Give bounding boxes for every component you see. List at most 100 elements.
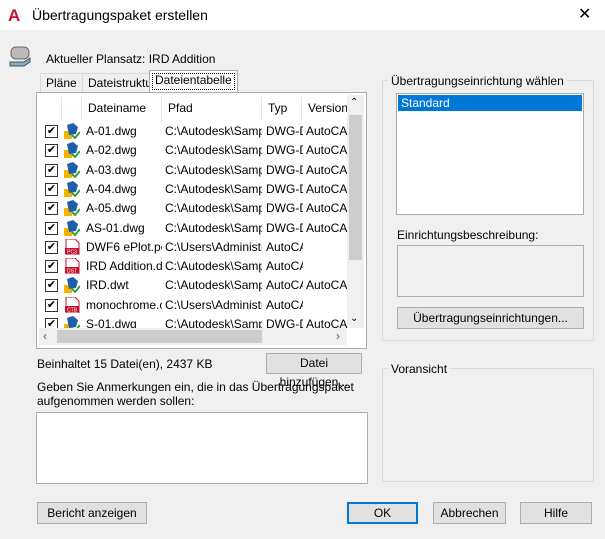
horizontal-scrollbar[interactable]: ‹ › (39, 328, 347, 345)
column-typ[interactable]: Typ (262, 97, 302, 121)
file-name: monochrome.ctb (86, 297, 162, 312)
file-name: A-03.dwg (86, 162, 137, 177)
dwg-file-icon (64, 277, 81, 294)
file-name: AS-01.dwg (86, 220, 145, 235)
scroll-up-icon[interactable]: ⌃ (350, 97, 358, 108)
hscroll-thumb[interactable] (57, 330, 262, 343)
file-type: DWG-D (266, 181, 303, 196)
description-box (397, 245, 584, 297)
include-checkbox[interactable]: ✔ (45, 144, 58, 158)
tab-dateientabelle[interactable]: Dateientabelle (149, 70, 238, 93)
close-button[interactable]: ✕ (578, 4, 591, 24)
file-path: C:\Autodesk\Sample (165, 278, 262, 293)
dwg-file-icon (64, 161, 81, 179)
table-row[interactable]: ✔ A-01.dwg C:\Autodesk\Sample DWG-DAutoCAD (37, 122, 347, 141)
include-checkbox[interactable]: ✔ (45, 125, 58, 138)
include-checkbox[interactable]: ✔ (45, 182, 58, 196)
svg-text:PC3: PC3 (67, 249, 77, 255)
table-row[interactable]: ✔ A-03.dwg C:\Autodesk\Sample DWG-DAutoCAD (37, 161, 347, 180)
file-path: C:\Users\Administrat (165, 239, 262, 254)
autocad-logo-icon: A (8, 6, 21, 25)
file-type: DWG-D (266, 220, 303, 235)
scroll-thumb[interactable] (349, 115, 362, 260)
preview-label: Voransicht (388, 362, 451, 376)
file-type: AutoCA (266, 297, 303, 312)
file-name: A-05.dwg (86, 201, 137, 216)
scroll-down-icon[interactable]: ⌄ (350, 313, 358, 324)
tab-plaene[interactable]: Pläne (40, 73, 83, 93)
column-icon (62, 97, 82, 121)
file-type: AutoCA (266, 278, 303, 293)
table-row[interactable]: ✔ AS-01.dwg C:\Autodesk\Sample DWG-DAutoCAD (37, 219, 347, 238)
file-type: DWG-D (266, 143, 303, 158)
current-sheet-set: Aktueller Plansatz: IRD Addition (46, 52, 216, 66)
add-file-button[interactable]: Datei hinzufügen... (266, 353, 362, 389)
svg-text:DST: DST (67, 269, 77, 275)
file-path: C:\Autodesk\Sample (165, 143, 262, 158)
include-checkbox[interactable]: ✔ (45, 260, 58, 274)
file-name: DWF6 ePlot.pc3 (86, 239, 162, 254)
file-path: C:\Autodesk\Sample (165, 181, 262, 196)
svg-text:CTB: CTB (67, 307, 78, 313)
notes-textarea[interactable] (36, 412, 368, 484)
scroll-right-icon[interactable]: › (336, 329, 340, 343)
setup-group-label: Übertragungseinrichtung wählen (388, 74, 567, 88)
file-version: AutoCAD (306, 220, 347, 235)
file-type: DWG-D (266, 124, 303, 138)
include-checkbox[interactable]: ✔ (45, 240, 58, 254)
table-row[interactable]: ✔ A-04.dwg C:\Autodesk\Sample DWG-DAutoCAD (37, 180, 347, 199)
include-checkbox[interactable]: ✔ (45, 163, 58, 177)
table-row[interactable]: ✔ A-02.dwg C:\Autodesk\Sample DWG-DAutoCAD (37, 141, 347, 160)
window-title: Übertragungspaket erstellen (32, 7, 208, 23)
file-type: DWG-D (266, 201, 303, 216)
help-button[interactable]: Hilfe (520, 502, 592, 524)
ok-button[interactable]: OK (347, 502, 418, 524)
column-pfad[interactable]: Pfad (162, 97, 262, 121)
column-check (39, 97, 62, 121)
file-name: IRD.dwt (86, 278, 129, 293)
file-path: C:\Autodesk\Sample (165, 259, 262, 274)
column-version[interactable]: Version (302, 97, 348, 121)
table-row[interactable]: ✔ IRD.dwt C:\Autodesk\Sample AutoCAAutoCAD (37, 276, 347, 295)
file-type: AutoCA (266, 259, 303, 274)
setup-item-standard[interactable]: Standard (398, 95, 582, 111)
file-version: AutoCAD (306, 162, 347, 177)
file-version: AutoCAD (306, 181, 347, 196)
file-count-status: Beinhaltet 15 Datei(en), 2437 KB (37, 357, 213, 371)
ctb-file-icon: CTB (64, 296, 80, 314)
notes-label: Geben Sie Anmerkungen ein, die in das Üb… (37, 380, 354, 408)
include-checkbox[interactable]: ✔ (45, 202, 58, 216)
preview-group (382, 368, 594, 482)
file-version: AutoCAD (306, 124, 347, 138)
table-row[interactable]: ✔ CTB monochrome.ctbC:\Users\Administrat Au… (37, 296, 347, 315)
table-row[interactable]: ✔ PC3 DWF6 ePlot.pc3C:\Users\Administrat Au… (37, 238, 347, 257)
file-name: A-04.dwg (86, 181, 137, 196)
file-table[interactable]: Dateiname Pfad Typ Version ✔ A-01.dwg C:\A… (36, 92, 367, 349)
description-label: Einrichtungsbeschreibung: (397, 228, 539, 242)
file-name: A-02.dwg (86, 143, 137, 158)
file-path: C:\Autodesk\Sample (165, 162, 262, 177)
setups-button[interactable]: Übertragungseinrichtungen... (397, 307, 584, 329)
scroll-left-icon[interactable]: ‹ (43, 329, 47, 343)
vertical-scrollbar[interactable]: ⌃ ⌄ (347, 95, 364, 328)
include-checkbox[interactable]: ✔ (45, 221, 58, 235)
file-path: C:\Autodesk\Sample (165, 201, 262, 216)
include-checkbox[interactable]: ✔ (45, 279, 58, 293)
file-version: AutoCAD (306, 278, 347, 293)
dwg-file-icon (64, 142, 81, 159)
file-path: C:\Autodesk\Sample (165, 124, 262, 138)
file-version: AutoCAD (306, 201, 347, 216)
dwg-file-icon (64, 123, 81, 140)
dwg-file-icon (64, 180, 81, 198)
table-row[interactable]: ✔ A-05.dwg C:\Autodesk\Sample DWG-DAutoCAD (37, 199, 347, 218)
dst-file-icon: DST (64, 257, 80, 275)
report-button[interactable]: Bericht anzeigen (37, 502, 147, 524)
file-type: AutoCA (266, 239, 303, 254)
include-checkbox[interactable]: ✔ (45, 298, 58, 312)
setup-list[interactable]: Standard (396, 93, 584, 215)
column-dateiname[interactable]: Dateiname (82, 97, 162, 121)
table-row[interactable]: ✔ DST IRD Addition.dstC:\Autodesk\Sample Au… (37, 257, 347, 276)
cancel-button[interactable]: Abbrechen (433, 502, 506, 524)
pc3-file-icon: PC3 (64, 238, 80, 256)
file-name: IRD Addition.dst (86, 259, 162, 274)
